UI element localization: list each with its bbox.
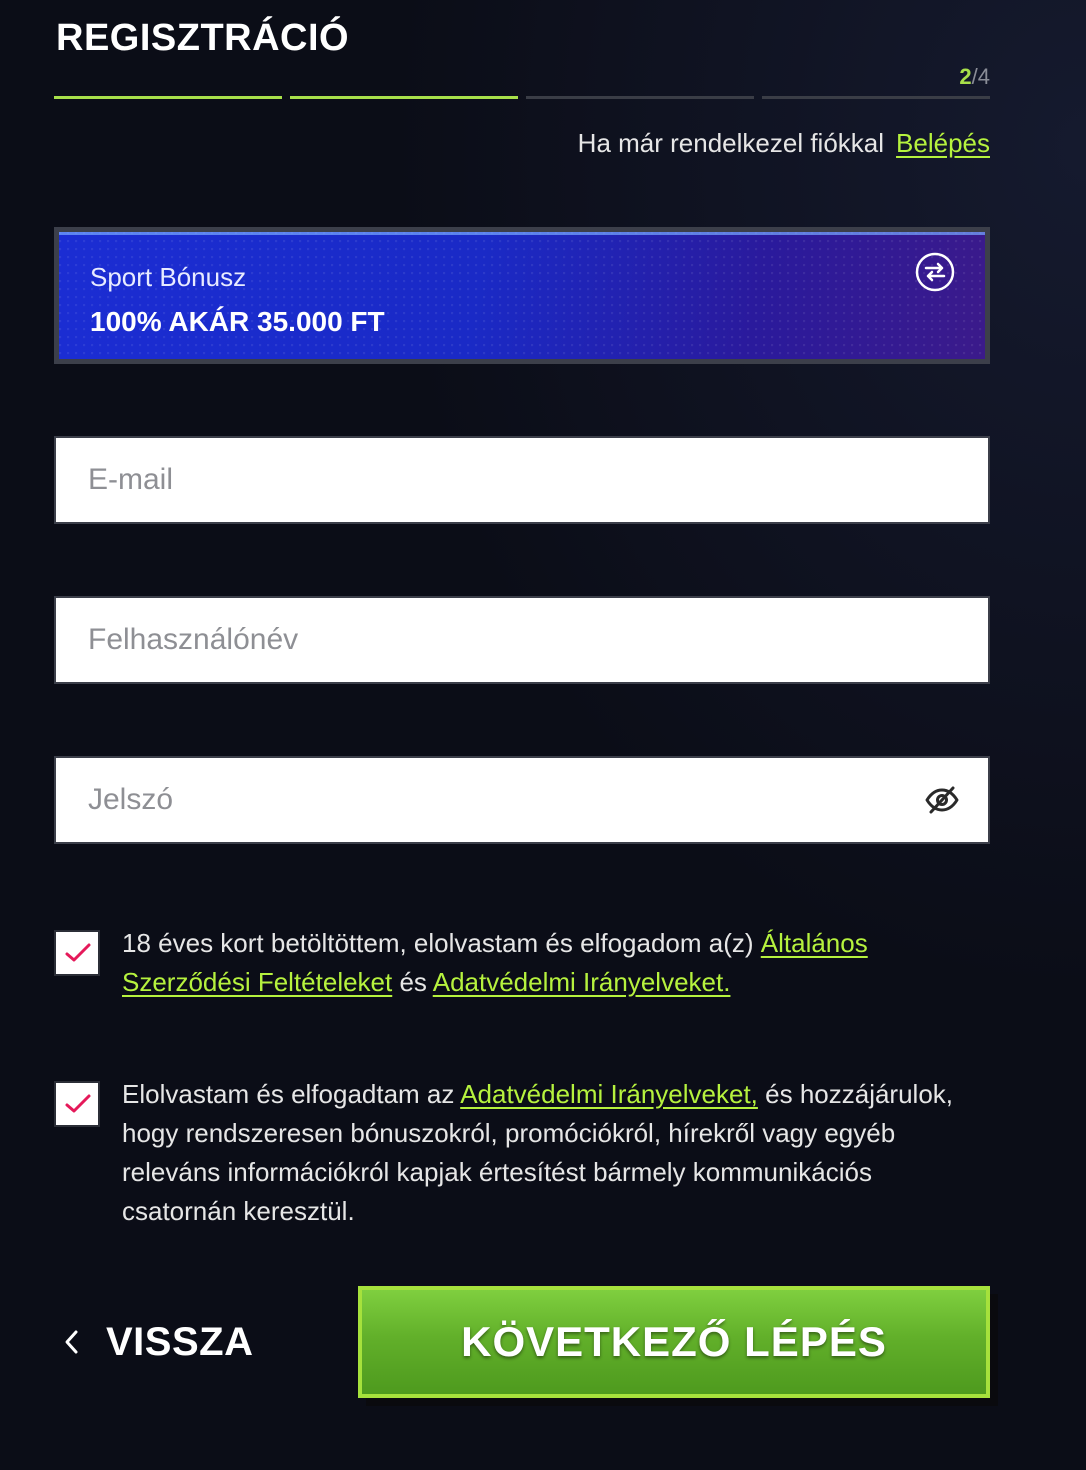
username-field[interactable] [54,596,990,684]
progress-segment [290,96,518,99]
chevron-left-icon [65,1330,78,1354]
privacy-link[interactable]: Adatvédelmi Irányelveket. [433,967,731,997]
email-input[interactable] [88,438,908,522]
marketing-consent-row: Elolvastam és elfogadtam az Adatvédelmi … [54,1075,990,1235]
step-counter: 2/4 [959,64,990,90]
bonus-card[interactable]: Sport Bónusz 100% AKÁR 35.000 FT [54,227,990,364]
next-step-button[interactable]: KÖVETKEZŐ LÉPÉS [358,1286,990,1398]
progress-segment [54,96,282,99]
marketing-consent-text-before: Elolvastam és elfogadtam az [122,1079,461,1109]
password-input[interactable] [88,758,908,842]
progress-segment [526,96,754,99]
next-step-button-label: KÖVETKEZŐ LÉPÉS [461,1318,887,1365]
eye-off-icon[interactable] [924,784,960,816]
login-prompt-row: Ha már rendelkezel fiókkal Belépés [578,126,990,160]
back-button-label: VISSZA [106,1319,254,1364]
age-consent-text: 18 éves kort betöltöttem, elolvastam és … [122,924,992,1002]
marketing-consent-checkbox[interactable] [54,1081,100,1127]
age-consent-checkbox[interactable] [54,930,100,976]
background-glow [0,0,1086,1470]
step-current: 2 [959,64,972,89]
swap-arrows-icon[interactable] [915,252,955,292]
username-input[interactable] [88,598,908,682]
login-prompt-text: Ha már rendelkezel fiókkal [577,128,885,158]
back-button[interactable]: VISSZA [62,1312,253,1372]
age-consent-row: 18 éves kort betöltöttem, elolvastam és … [54,924,990,1004]
page-title: REGISZTRÁCIÓ [56,17,350,59]
marketing-consent-text: Elolvastam és elfogadtam az Adatvédelmi … [122,1075,992,1231]
step-total: 4 [977,64,990,89]
marketing-privacy-link[interactable]: Adatvédelmi Irányelveket, [460,1079,758,1109]
progress-segment [762,96,990,99]
bonus-label: Sport Bónusz [90,262,247,292]
checkmark-icon [65,943,91,962]
bonus-value: 100% AKÁR 35.000 FT [90,306,385,337]
checkmark-icon [65,1094,91,1113]
email-field[interactable] [54,436,990,524]
password-field[interactable] [54,756,990,844]
age-consent-text-middle: és [392,967,433,997]
age-consent-text-before: 18 éves kort betöltöttem, elolvastam és … [122,928,761,958]
step-progress-bar [54,96,990,99]
login-link[interactable]: Belépés [896,126,990,160]
